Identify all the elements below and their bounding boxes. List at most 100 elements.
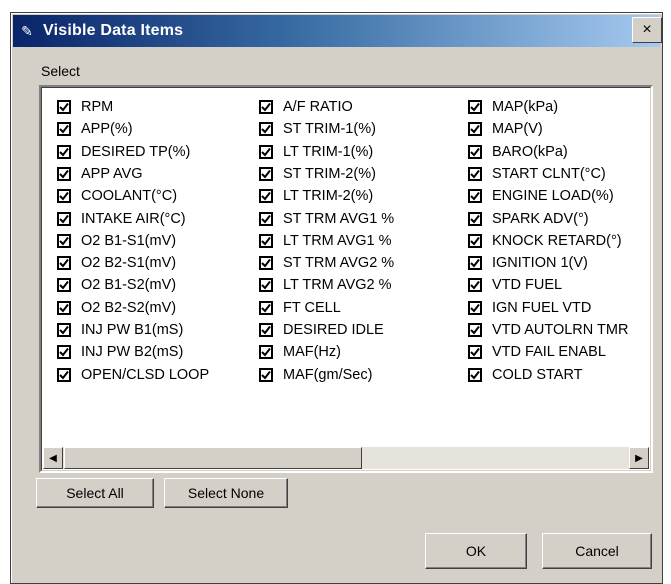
data-item-checkbox[interactable]: ST TRIM-2(%) (259, 163, 376, 185)
checkmark-icon[interactable] (57, 122, 71, 137)
checkmark-icon[interactable] (259, 122, 273, 137)
checkmark-icon[interactable] (259, 256, 273, 271)
checkmark-icon[interactable] (57, 233, 71, 248)
data-item-checkbox[interactable]: DESIRED TP(%) (57, 141, 190, 163)
checkmark-icon[interactable] (57, 100, 71, 114)
checkbox-items: RPM APP(%) DESIRED TP(%) APP AVG COOLANT(°C)… (41, 87, 651, 425)
checkmark-icon[interactable] (259, 233, 273, 248)
data-item-checkbox[interactable]: INJ PW B2(mS) (57, 341, 183, 363)
checkmark-icon[interactable] (57, 189, 71, 204)
data-item-checkbox[interactable]: ST TRIM-1(%) (259, 118, 376, 140)
data-item-checkbox[interactable]: DESIRED IDLE (259, 319, 384, 341)
data-item-checkbox[interactable]: IGNITION 1(V) (468, 252, 588, 274)
close-button[interactable]: × (632, 17, 662, 43)
checkmark-icon[interactable] (468, 300, 482, 315)
checkmark-icon[interactable] (259, 345, 273, 360)
checkmark-icon[interactable] (468, 122, 482, 137)
data-item-checkbox[interactable]: ENGINE LOAD(%) (468, 185, 614, 207)
data-item-checkbox[interactable]: O2 B2-S2(mV) (57, 297, 176, 319)
data-item-checkbox[interactable]: MAP(V) (468, 118, 543, 140)
checkmark-icon[interactable] (468, 233, 482, 248)
data-item-checkbox[interactable]: A/F RATIO (259, 96, 353, 118)
checkmark-icon[interactable] (468, 256, 482, 271)
checkmark-icon[interactable] (468, 367, 482, 382)
checkmark-icon[interactable] (468, 144, 482, 159)
checkmark-icon[interactable] (57, 144, 71, 159)
data-item-checkbox[interactable]: O2 B1-S2(mV) (57, 274, 176, 296)
data-item-checkbox[interactable]: O2 B1-S1(mV) (57, 230, 176, 252)
checkmark-icon[interactable] (259, 300, 273, 315)
checkmark-icon[interactable] (259, 323, 273, 337)
data-item-checkbox[interactable]: LT TRIM-2(%) (259, 185, 373, 207)
data-item-checkbox[interactable]: VTD FUEL (468, 274, 562, 296)
data-item-checkbox[interactable]: KNOCK RETARD(°) (468, 230, 622, 252)
data-item-label: ST TRIM-1(%) (283, 121, 376, 138)
data-item-checkbox[interactable]: FT CELL (259, 297, 341, 319)
checkmark-icon[interactable] (259, 100, 273, 114)
checkmark-icon[interactable] (468, 211, 482, 226)
checkmark-icon[interactable] (57, 367, 71, 382)
data-item-checkbox[interactable]: INTAKE AIR(°C) (57, 208, 186, 230)
ok-button[interactable]: OK (425, 533, 527, 569)
data-item-checkbox[interactable]: ST TRM AVG1 % (259, 208, 394, 230)
horizontal-scrollbar[interactable]: ◀ ▶ (43, 447, 649, 469)
checkmark-icon[interactable] (57, 256, 71, 271)
data-item-checkbox[interactable]: VTD FAIL ENABL (468, 341, 606, 363)
checkmark-icon[interactable] (259, 278, 273, 293)
checkmark-icon[interactable] (468, 166, 482, 181)
data-item-checkbox[interactable]: IGN FUEL VTD (468, 297, 591, 319)
data-item-label: APP(%) (81, 121, 133, 138)
data-item-checkbox[interactable]: OPEN/CLSD LOOP (57, 364, 209, 386)
data-item-checkbox[interactable]: ST TRM AVG2 % (259, 252, 394, 274)
data-item-checkbox[interactable]: LT TRIM-1(%) (259, 141, 373, 163)
data-item-checkbox[interactable]: LT TRM AVG1 % (259, 230, 392, 252)
scrollbar-thumb[interactable] (64, 447, 362, 469)
data-item-checkbox[interactable]: BARO(kPa) (468, 141, 568, 163)
data-items-list[interactable]: RPM APP(%) DESIRED TP(%) APP AVG COOLANT(°C)… (39, 85, 653, 473)
data-item-label: LT TRM AVG2 % (283, 277, 392, 294)
data-item-checkbox[interactable]: START CLNT(°C) (468, 163, 606, 185)
data-item-label: RPM (81, 99, 114, 115)
checkmark-icon[interactable] (57, 345, 71, 360)
data-item-checkbox[interactable]: APP(%) (57, 118, 133, 140)
checkmark-icon[interactable] (259, 211, 273, 226)
data-item-checkbox[interactable]: LT TRM AVG2 % (259, 274, 392, 296)
data-item-checkbox[interactable]: COOLANT(°C) (57, 185, 177, 207)
data-item-checkbox[interactable]: MAF(Hz) (259, 341, 341, 363)
select-none-button[interactable]: Select None (164, 478, 288, 508)
checkmark-icon[interactable] (57, 211, 71, 226)
checkmark-icon[interactable] (468, 100, 482, 114)
checkmark-icon[interactable] (57, 278, 71, 293)
cancel-button[interactable]: Cancel (542, 533, 652, 569)
checkmark-icon[interactable] (468, 189, 482, 204)
checkmark-icon[interactable] (57, 166, 71, 181)
data-item-checkbox[interactable]: MAP(kPa) (468, 96, 558, 118)
data-item-label: START CLNT(°C) (492, 165, 606, 182)
checkmark-icon[interactable] (468, 278, 482, 293)
data-item-checkbox[interactable]: VTD AUTOLRN TMR (468, 319, 628, 341)
checkmark-icon[interactable] (259, 144, 273, 159)
data-item-label: ENGINE LOAD(%) (492, 188, 614, 205)
data-item-label: O2 B2-S1(mV) (81, 255, 177, 272)
scroll-left-arrow-icon[interactable]: ◀ (43, 447, 63, 469)
data-item-checkbox[interactable]: RPM (57, 96, 113, 118)
data-item-label: APP AVG (81, 165, 143, 182)
checkmark-icon[interactable] (259, 189, 273, 204)
data-item-checkbox[interactable]: COLD START (468, 364, 583, 386)
data-item-checkbox[interactable]: O2 B2-S1(mV) (57, 252, 176, 274)
data-item-label: MAP(V) (492, 121, 543, 138)
checkmark-icon[interactable] (57, 323, 71, 337)
checkmark-icon[interactable] (468, 323, 482, 337)
checkmark-icon[interactable] (259, 367, 273, 382)
data-item-checkbox[interactable]: INJ PW B1(mS) (57, 319, 183, 341)
data-item-checkbox[interactable]: SPARK ADV(°) (468, 208, 589, 230)
data-item-label: COLD START (492, 366, 583, 383)
checkmark-icon[interactable] (259, 166, 273, 181)
data-item-checkbox[interactable]: APP AVG (57, 163, 143, 185)
checkmark-icon[interactable] (468, 345, 482, 360)
scroll-right-arrow-icon[interactable]: ▶ (629, 447, 649, 469)
data-item-checkbox[interactable]: MAF(gm/Sec) (259, 364, 372, 386)
select-all-button[interactable]: Select All (36, 478, 154, 508)
checkmark-icon[interactable] (57, 300, 71, 315)
data-item-label: SPARK ADV(°) (492, 210, 589, 227)
